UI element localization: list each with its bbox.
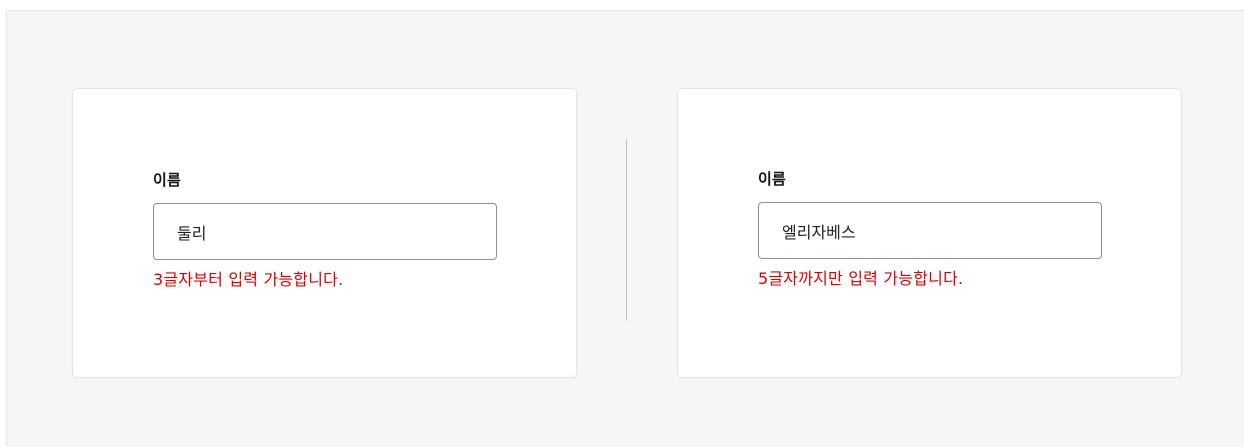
name-field-label: 이름 <box>758 170 787 188</box>
name-field-card-min-length: 이름 3글자부터 입력 가능합니다. <box>73 89 576 377</box>
name-error-message: 3글자부터 입력 가능합니다. <box>153 270 344 289</box>
name-field: 이름 5글자까지만 입력 가능합니다. <box>758 170 1102 289</box>
preview-canvas: 이름 3글자부터 입력 가능합니다. 이름 5글자까지만 입력 가능합니다. <box>6 10 1244 447</box>
name-input[interactable] <box>153 203 497 260</box>
name-input[interactable] <box>758 202 1102 259</box>
name-field-card-max-length: 이름 5글자까지만 입력 가능합니다. <box>678 89 1181 377</box>
vertical-divider <box>626 139 627 321</box>
name-field-label: 이름 <box>153 171 182 189</box>
name-error-message: 5글자까지만 입력 가능합니다. <box>758 269 964 288</box>
name-field: 이름 3글자부터 입력 가능합니다. <box>153 171 497 290</box>
